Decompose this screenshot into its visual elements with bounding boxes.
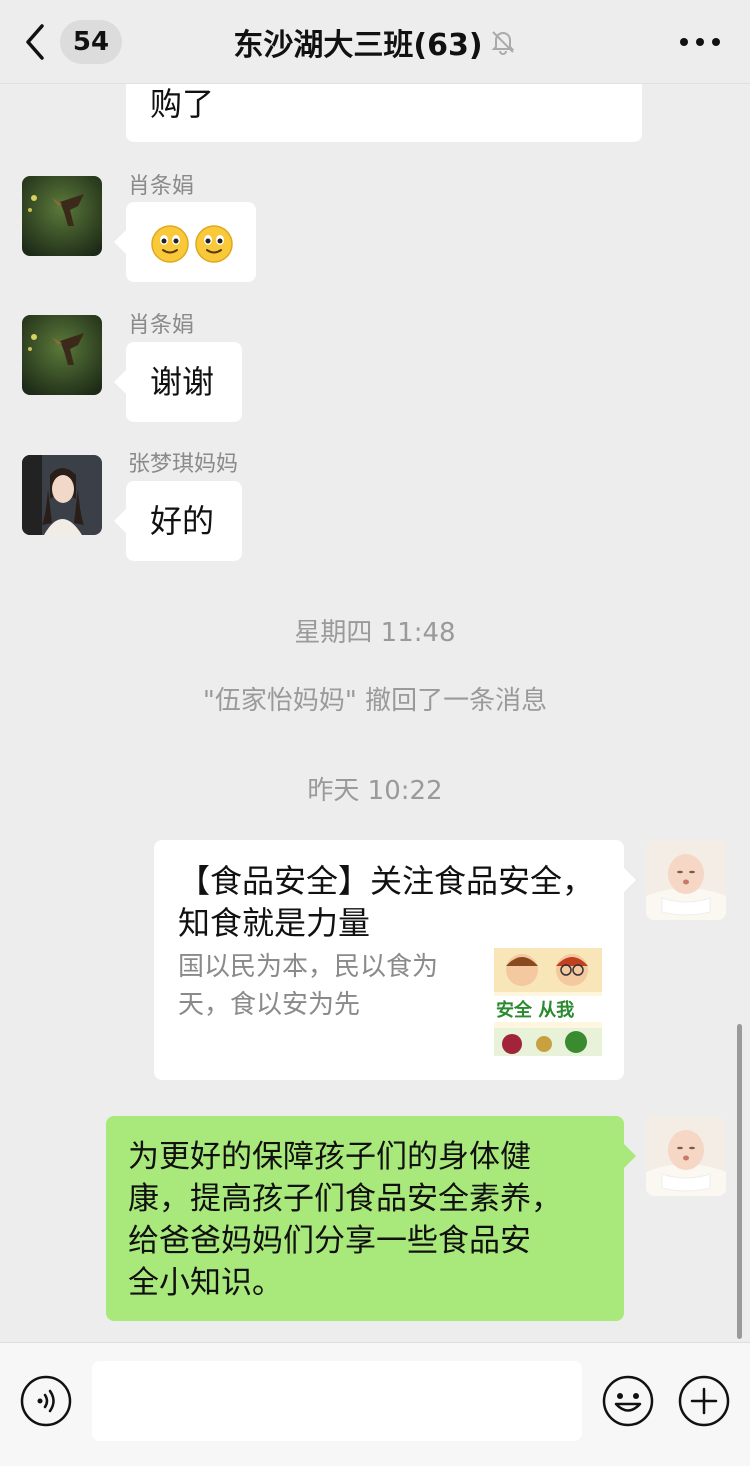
- card-description: 国以民为本，民以食为 天，食以安为先: [178, 948, 478, 1024]
- sender-name: 肖条娟: [128, 174, 195, 199]
- thumb-text: 安全 从我: [496, 999, 574, 1021]
- link-card[interactable]: 【食品安全】关注食品安全， 知食就是力量 国以民为本，民以食为 天，食以安为先 …: [154, 840, 636, 1080]
- message-bubble[interactable]: 购了: [126, 84, 642, 142]
- message-bubble[interactable]: 为更好的保障孩子们的身体健 康，提高孩子们食品安全素养， 给爸爸妈妈们分享一些食…: [106, 1116, 636, 1321]
- card-desc-line: 国以民为本，民以食为: [178, 952, 439, 982]
- scrollbar[interactable]: [737, 1024, 742, 1339]
- input-bar: [0, 1342, 750, 1466]
- card-title-line: 【食品安全】关注食品安全，: [178, 862, 595, 900]
- more-dot: [680, 38, 688, 46]
- emoji-icon[interactable]: [602, 1375, 654, 1427]
- message-bubble[interactable]: [114, 202, 256, 282]
- avatar[interactable]: [22, 315, 102, 395]
- chat-header: 54 东沙湖大三班(63): [0, 0, 750, 84]
- message-input[interactable]: [92, 1361, 582, 1441]
- plus-icon[interactable]: [678, 1375, 730, 1427]
- avatar[interactable]: [22, 455, 102, 535]
- food-safety-thumbnail-image: 安全 从我: [494, 948, 602, 1056]
- more-options-button[interactable]: [680, 28, 720, 56]
- timestamp: 昨天 10:22: [307, 776, 443, 806]
- message-line: 给爸爸妈妈们分享一些食品安: [128, 1223, 531, 1259]
- recall-notice: "伍家怡妈妈" 撤回了一条消息: [202, 686, 548, 716]
- sender-name: 肖条娟: [128, 313, 195, 338]
- timestamp: 星期四 11:48: [294, 618, 456, 648]
- bird-avatar-image: [22, 176, 102, 256]
- message-text: 好的: [150, 502, 215, 540]
- avatar[interactable]: [646, 1116, 726, 1196]
- woman-avatar-image: [22, 455, 102, 535]
- more-dot: [696, 38, 704, 46]
- message-line: 康，提高孩子们食品安全素养，: [128, 1181, 562, 1217]
- smile-emoji: [151, 225, 189, 263]
- avatar[interactable]: [646, 840, 726, 920]
- message-bubble[interactable]: 谢谢: [114, 342, 242, 422]
- message-bubble[interactable]: 好的: [114, 481, 242, 561]
- message-line: 为更好的保障孩子们的身体健: [128, 1139, 531, 1175]
- bird-avatar-image: [22, 315, 102, 395]
- card-title-line: 知食就是力量: [178, 904, 371, 942]
- more-dot: [712, 38, 720, 46]
- message-line: 全小知识。: [128, 1265, 283, 1301]
- voice-icon[interactable]: [20, 1375, 72, 1427]
- chat-title: 东沙湖大三班(63): [233, 28, 483, 63]
- bell-slash-icon: [491, 31, 514, 55]
- message-text: 购了: [150, 85, 215, 123]
- message-list[interactable]: 购了 肖条娟 肖条娟 谢谢 张梦琪妈妈 好的 星期四 11:48 "伍家怡妈妈"…: [0, 84, 750, 1342]
- card-title: 【食品安全】关注食品安全， 知食就是力量: [178, 860, 600, 944]
- sender-name: 张梦琪妈妈: [128, 452, 239, 477]
- chat-title-wrap[interactable]: 东沙湖大三班(63): [0, 20, 750, 64]
- smile-emoji: [195, 225, 233, 263]
- avatar[interactable]: [22, 176, 102, 256]
- card-thumbnail: 安全 从我: [494, 948, 602, 1056]
- message-text: 谢谢: [150, 363, 215, 401]
- card-desc-line: 天，食以安为先: [178, 990, 361, 1020]
- baby-avatar-image: [646, 1116, 726, 1196]
- baby-avatar-image: [646, 840, 726, 920]
